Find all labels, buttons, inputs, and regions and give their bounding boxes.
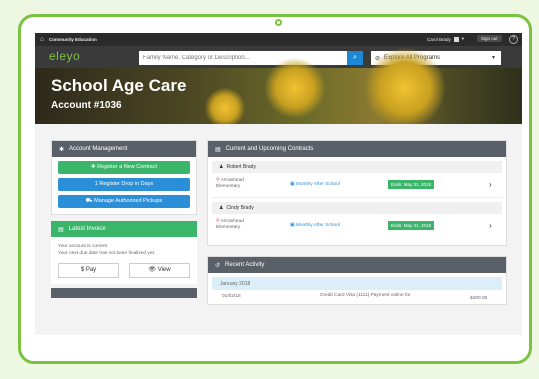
search-input[interactable] (139, 51, 347, 65)
calendar-icon: ▣ (290, 182, 295, 187)
invoice-status: Your account is current. Your next due d… (51, 237, 197, 261)
eye-icon: 👁 (148, 267, 157, 273)
location: ⚲ Arrowhead Elementary (216, 219, 244, 231)
child-name: ♟ Cindy Brady (212, 202, 502, 214)
invoice-status-line: Your account is current. (58, 244, 109, 249)
latest-invoice-heading: ▤ Latest Invoice (51, 221, 197, 237)
help-icon[interactable]: ? (509, 35, 518, 44)
program-name: ▣ Monthly After School (290, 182, 340, 187)
chevron-right-icon[interactable]: › (489, 221, 492, 230)
register-drop-in-label: Register Drop in Days (99, 181, 154, 187)
invoice-icon: ▤ (58, 226, 64, 233)
program-label: Monthly After School (295, 182, 340, 187)
file-icon: ▤ (215, 146, 221, 153)
latest-invoice-title: Latest Invoice (68, 226, 106, 232)
account-management-title: Account Management (69, 146, 128, 152)
activity-row[interactable]: 01/02/18 Credit Card Visa (1111) Payment… (212, 290, 502, 304)
map-marker-icon: ⚲ (216, 219, 220, 224)
activity-date: 01/02/18 (222, 294, 241, 299)
eleyo-logo[interactable]: eleyo (49, 49, 80, 63)
register-drop-in-button[interactable]: 1 Register Drop in Days (58, 178, 190, 191)
contracts-title: Current and Upcoming Contracts (225, 146, 314, 152)
dollar-icon: $ (80, 267, 85, 273)
plus-icon: ✚ (90, 164, 96, 170)
car-icon: ⛟ (85, 198, 93, 204)
manage-pickups-label: Manage Authorized Pickups (94, 198, 163, 204)
program-label: Monthly After School (295, 223, 340, 228)
gear-icon: ✱ (59, 146, 65, 153)
recent-activity-panel: ↺ Recent Activity January 2018 01/02/18 … (207, 256, 507, 305)
view-label: View (157, 267, 171, 273)
flower-decoration (205, 88, 245, 128)
invoice-actions: $ Pay 👁 View (51, 261, 197, 284)
pay-label: Pay (85, 267, 97, 273)
calendar-icon: ▣ (290, 223, 295, 228)
next-panel-heading (51, 288, 197, 298)
account-number: Account #1036 (51, 100, 122, 111)
activity-description: Credit Card Visa (1111) Payment online f… (320, 293, 411, 298)
contract-row[interactable]: ⚲ Arrowhead Elementary ▣ Monthly After S… (212, 173, 502, 198)
contracts-heading: ▤ Current and Upcoming Contracts (208, 141, 506, 157)
left-column: ✱ Account Management ✚ Register a New Co… (51, 140, 197, 298)
caret-down-icon: ▼ (491, 55, 496, 61)
person-icon: ♟ (219, 164, 224, 170)
app-screen: ⌂ Community Education Carol Brady ▾ Sign… (35, 33, 522, 335)
map-marker-icon: ⚲ (216, 178, 220, 183)
month-row: January 2018 (212, 277, 502, 290)
pay-button[interactable]: $ Pay (58, 263, 119, 278)
page-title: School Age Care (51, 76, 187, 95)
child-name-label: Robert Brady (226, 164, 256, 170)
account-management-heading: ✱ Account Management (52, 141, 196, 157)
chevron-down-icon: ▾ (461, 36, 465, 41)
home-icon[interactable]: ⌂ (35, 36, 49, 43)
register-new-contract-label: Register a New Contract (97, 164, 158, 170)
invoice-due-line: Your next due date has not been finalize… (58, 251, 156, 256)
account-management-panel: ✱ Account Management ✚ Register a New Co… (51, 140, 197, 215)
school-name: Arrowhead (220, 219, 244, 224)
flower-decoration (265, 58, 325, 118)
end-date-badge: Ends: May 31, 2018 (388, 180, 435, 189)
child-name-label: Cindy Brady (226, 205, 254, 211)
child-name: ♟ Robert Brady (212, 161, 502, 173)
tablet-frame: ⌂ Community Education Carol Brady ▾ Sign… (18, 14, 532, 364)
top-bar: ⌂ Community Education Carol Brady ▾ Sign… (35, 33, 522, 46)
chevron-right-icon[interactable]: › (489, 180, 492, 189)
person-icon: ♟ (219, 205, 224, 211)
register-new-contract-button[interactable]: ✚ Register a New Contract (58, 161, 190, 174)
location: ⚲ Arrowhead Elementary (216, 178, 244, 190)
flower-decoration (365, 48, 445, 128)
user-name: Carol Brady (427, 36, 451, 42)
view-button[interactable]: 👁 View (129, 263, 190, 278)
right-column: ▤ Current and Upcoming Contracts ♟ Rober… (207, 140, 507, 305)
program-name: ▣ Monthly After School (290, 223, 340, 228)
camera-icon (275, 19, 282, 26)
contracts-panel: ▤ Current and Upcoming Contracts ♟ Rober… (207, 140, 507, 246)
main-content: ✱ Account Management ✚ Register a New Co… (35, 124, 522, 335)
activity-amount: $400.00 (470, 296, 488, 301)
calendar-icon: 1 (94, 181, 98, 187)
history-icon: ↺ (215, 262, 221, 269)
sign-out-button[interactable]: Sign out (477, 35, 502, 42)
school-level: Elementary (216, 184, 241, 189)
recent-activity-heading: ↺ Recent Activity (208, 257, 506, 273)
community-link[interactable]: Community Education (49, 37, 97, 42)
user-menu[interactable]: Carol Brady ▾ (427, 36, 464, 42)
contract-row[interactable]: ⚲ Arrowhead Elementary ▣ Monthly After S… (212, 214, 502, 239)
recent-activity-title: Recent Activity (225, 262, 265, 268)
user-avatar (453, 36, 459, 42)
search-icon[interactable]: ⌕ (347, 51, 363, 65)
hero-banner: School Age Care Account #1036 (35, 48, 522, 128)
school-name: Arrowhead (220, 178, 244, 183)
school-level: Elementary (216, 225, 241, 230)
end-date-badge: Ends: May 31, 2018 (388, 221, 435, 230)
manage-pickups-button[interactable]: ⛟ Manage Authorized Pickups (58, 195, 190, 208)
